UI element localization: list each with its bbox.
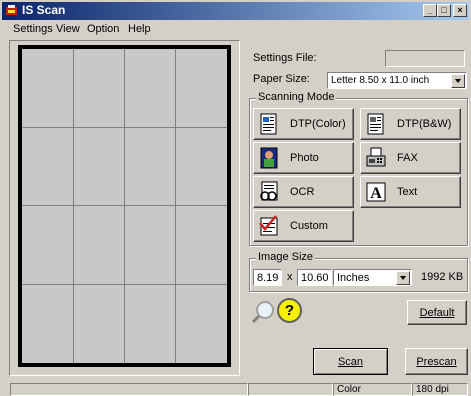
dtp-color-label: DTP(Color) [290, 118, 346, 130]
help-icon[interactable]: ? [277, 298, 302, 323]
size-separator: x [287, 271, 293, 283]
scan-label: Scan [337, 355, 364, 368]
grid-line [22, 205, 227, 206]
image-height-input[interactable]: 10.60 [297, 269, 332, 286]
status-dpi: 180 dpi [412, 383, 468, 396]
grid-line [175, 49, 176, 363]
maximize-button[interactable]: □ [437, 4, 451, 17]
text-icon: A [366, 182, 386, 202]
chevron-down-icon[interactable] [451, 74, 465, 88]
scan-button[interactable]: Scan [313, 348, 388, 375]
chevron-down-icon[interactable] [396, 271, 410, 285]
dtp-color-icon [260, 113, 277, 135]
dtp-bw-label: DTP(B&W) [397, 118, 452, 130]
preview-frame [18, 45, 231, 367]
svg-text:A: A [370, 185, 382, 202]
default-label: Default [419, 306, 455, 319]
file-size-label: 1992 KB [421, 271, 464, 283]
prescan-label: Prescan [416, 355, 457, 368]
ocr-button[interactable]: OCR [253, 176, 354, 208]
grid-line [22, 284, 227, 285]
fax-button[interactable]: FAX [360, 142, 461, 174]
photo-button[interactable]: Photo [253, 142, 354, 174]
default-button[interactable]: Default [407, 300, 467, 325]
scan-window: IS Scan _ □ × Settings View Option Help … [0, 0, 471, 396]
preview-panel [9, 40, 240, 376]
zoom-icon[interactable] [251, 300, 275, 324]
menu-help[interactable]: Help [128, 23, 151, 35]
status-bar: Color 180 dpi [0, 383, 471, 396]
custom-button[interactable]: Custom [253, 210, 354, 242]
dtp-color-button[interactable]: DTP(Color) [253, 108, 354, 140]
text-label: Text [397, 186, 418, 198]
menu-settings[interactable]: Settings [13, 23, 53, 35]
ocr-label: OCR [290, 186, 315, 198]
status-panel [10, 383, 248, 396]
minimize-button[interactable]: _ [423, 4, 437, 17]
paper-size-label: Paper Size: [253, 73, 310, 85]
menu-option[interactable]: Option [87, 23, 119, 35]
paper-size-select[interactable]: Letter 8.50 x 11.0 inch [327, 72, 467, 89]
text-button[interactable]: A Text [360, 176, 461, 208]
dtp-bw-icon [367, 113, 384, 135]
image-width-value: 8.19 [257, 272, 279, 284]
custom-icon [259, 215, 278, 236]
title-bar[interactable]: IS Scan _ □ × [2, 2, 469, 20]
menu-bar: Settings View Option Help [2, 21, 469, 38]
units-value: Inches [337, 272, 370, 284]
photo-label: Photo [290, 152, 319, 164]
image-width-input[interactable]: 8.19 [253, 269, 282, 286]
units-select[interactable]: Inches [333, 269, 412, 286]
status-panel [248, 383, 333, 396]
settings-file-field[interactable] [385, 50, 465, 67]
preview-area[interactable] [22, 49, 227, 363]
scanning-mode-title: Scanning Mode [256, 91, 337, 103]
dtp-bw-button[interactable]: DTP(B&W) [360, 108, 461, 140]
grid-line [73, 49, 74, 363]
status-color: Color [333, 383, 412, 396]
settings-file-label: Settings File: [253, 52, 317, 64]
image-size-title: Image Size [256, 251, 316, 263]
fax-icon [366, 147, 386, 167]
close-button[interactable]: × [453, 4, 467, 17]
photo-icon [260, 147, 278, 169]
prescan-button[interactable]: Prescan [405, 348, 468, 375]
fax-label: FAX [397, 152, 418, 164]
grid-line [22, 127, 227, 128]
window-title: IS Scan [22, 3, 66, 17]
image-height-value: 10.60 [301, 272, 329, 284]
grid-line [124, 49, 125, 363]
app-icon [6, 5, 17, 15]
menu-view[interactable]: View [56, 23, 80, 35]
paper-size-value: Letter 8.50 x 11.0 inch [331, 75, 430, 86]
ocr-icon [260, 181, 278, 201]
custom-label: Custom [290, 220, 328, 232]
